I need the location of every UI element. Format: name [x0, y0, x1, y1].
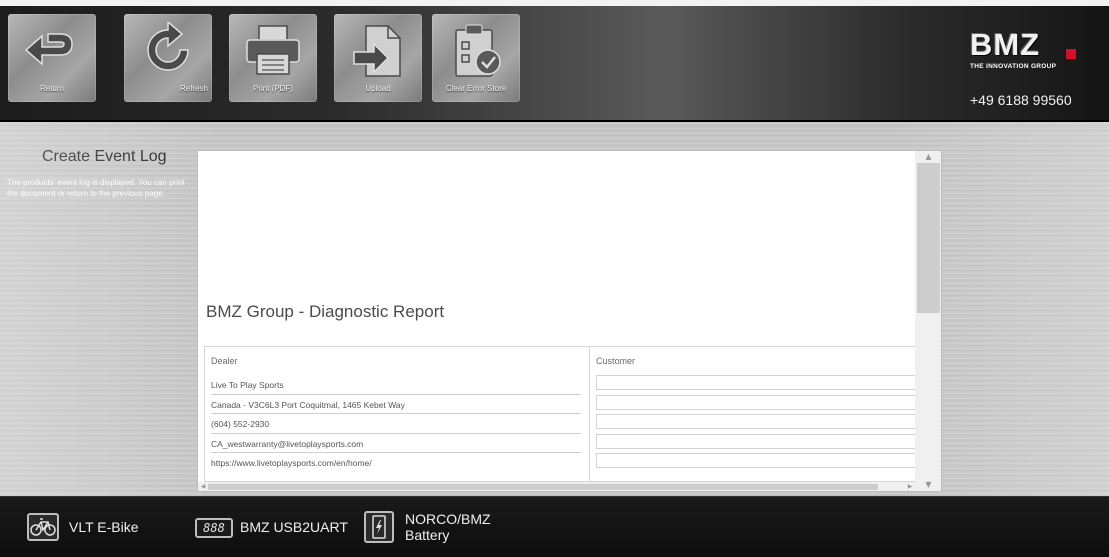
bicycle-icon [27, 513, 59, 541]
return-button-label: Return [39, 84, 64, 93]
phone-number: +49 6188 99560 [970, 92, 1072, 108]
return-button[interactable]: Return [8, 14, 96, 102]
upload-icon [353, 25, 401, 77]
refresh-icon [147, 22, 189, 71]
battery-status-item[interactable]: NORCO/BMZ Battery [360, 497, 560, 557]
scroll-up-arrow-icon[interactable]: ▲ [915, 151, 941, 163]
page-title: Create Event Log [42, 148, 167, 165]
dealer-website: https://www.livetoplaysports.com/en/home… [211, 458, 372, 468]
upload-button[interactable]: Upload [334, 14, 422, 102]
dealer-name: Live To Play Sports [211, 375, 581, 395]
logo-text: BMZ [970, 27, 1041, 62]
print-pdf-button[interactable]: Print (PDF) [229, 14, 317, 102]
printer-icon [246, 25, 300, 75]
toolbar: Return Refresh Print (PDF) Upload Clear … [0, 0, 1109, 122]
horizontal-scroll-thumb[interactable] [208, 484, 878, 490]
customer-field-4[interactable] [596, 433, 926, 449]
refresh-button-label: Refresh [179, 84, 208, 93]
report-viewer[interactable]: BMZ Group - Diagnostic Report Dealer Liv… [197, 150, 942, 492]
clear-error-store-button-label: Clear Error Store [445, 84, 507, 93]
battery-label: NORCO/BMZ Battery [405, 511, 491, 543]
scroll-right-arrow-icon[interactable]: ▶ [905, 482, 915, 491]
page-description: The products' event log is displayed. Yo… [7, 178, 185, 198]
battery-label-line1: NORCO/BMZ [405, 511, 491, 527]
battery-label-line2: Battery [405, 527, 450, 543]
upload-button-label: Upload [365, 84, 391, 93]
uart-status-item[interactable]: 888 BMZ USB2UART [180, 497, 360, 557]
main-area: Create Event Log The products' event log… [0, 122, 1109, 496]
dealer-phone: (604) 552-2930 [211, 414, 581, 434]
customer-field-2[interactable] [596, 394, 926, 410]
clipboard-check-icon [455, 24, 501, 77]
dealer-address: Canada - V3C6L3 Port Coquitmal, 1465 Keb… [211, 395, 581, 414]
vertical-scroll-thumb[interactable] [917, 163, 940, 313]
logo-tagline: THE INNOVATION GROUP [970, 63, 1057, 70]
horizontal-scrollbar[interactable]: ◀ ▶ [198, 482, 915, 491]
print-pdf-button-label: Print (PDF) [253, 84, 293, 93]
ebike-label: VLT E-Bike [69, 519, 139, 535]
status-bar: VLT E-Bike 888 BMZ USB2UART NORCO/BMZ Ba… [0, 496, 1109, 557]
uart-label: BMZ USB2UART [240, 519, 348, 535]
dealer-section: Dealer Live To Play Sports Canada - V3C6… [204, 346, 589, 482]
customer-section: Customer [589, 346, 926, 482]
vertical-scrollbar[interactable]: ▲ ▼ [915, 151, 941, 491]
customer-field-1[interactable] [596, 375, 926, 390]
return-arrow-icon [24, 33, 73, 66]
ebike-status-item[interactable]: VLT E-Bike [0, 497, 180, 557]
bmz-logo: BMZ THE INNOVATION GROUP [970, 27, 1076, 86]
lcd-display-digits: 888 [203, 521, 225, 535]
lcd-display-icon: 888 [195, 518, 233, 538]
dealer-email: CA_westwarranty@livetoplaysports.com [211, 434, 581, 453]
logo-accent-square [1066, 49, 1076, 59]
battery-icon [364, 511, 394, 543]
scroll-left-arrow-icon[interactable]: ◀ [198, 482, 208, 491]
dealer-heading: Dealer [211, 356, 238, 366]
customer-field-5[interactable] [596, 453, 926, 468]
scroll-down-arrow-icon[interactable]: ▼ [915, 479, 941, 491]
refresh-button[interactable]: Refresh [124, 14, 212, 102]
customer-field-3[interactable] [596, 414, 926, 429]
report-title: BMZ Group - Diagnostic Report [206, 302, 445, 321]
customer-heading: Customer [596, 356, 636, 366]
clear-error-store-button[interactable]: Clear Error Store [432, 14, 520, 102]
